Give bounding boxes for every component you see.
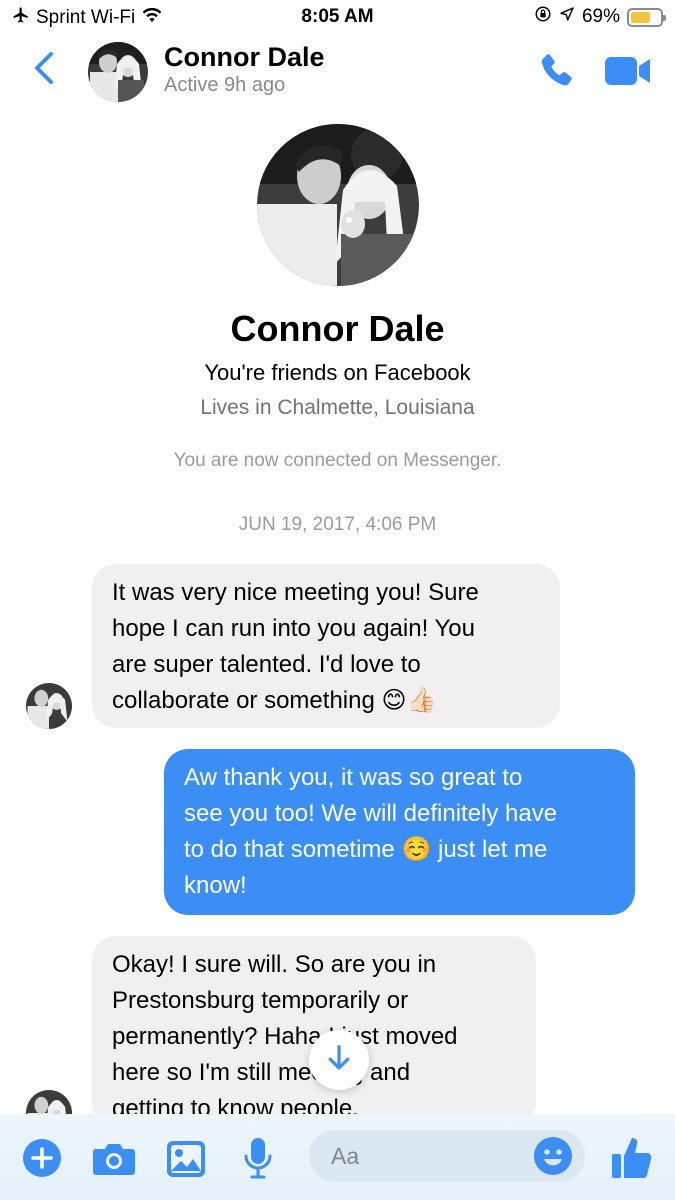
incoming-message[interactable]: It was very nice meeting you! Sure hope … bbox=[92, 564, 560, 728]
message-timestamp: JUN 19, 2017, 4:06 PM bbox=[238, 514, 437, 535]
active-status: Active 9h ago bbox=[164, 74, 286, 96]
battery-icon bbox=[627, 7, 666, 27]
profile-name: Connor Dale bbox=[230, 308, 445, 349]
profile-photo[interactable] bbox=[257, 124, 419, 286]
video-camera-icon[interactable] bbox=[603, 54, 653, 88]
orientation-lock-icon bbox=[534, 5, 552, 29]
image-icon[interactable] bbox=[165, 1139, 207, 1184]
back-chevron-icon[interactable] bbox=[30, 50, 60, 86]
battery-percent: 69% bbox=[581, 6, 620, 27]
location-note: Lives in Chalmette, Louisiana bbox=[200, 396, 475, 419]
location-icon bbox=[559, 6, 575, 28]
contact-name[interactable]: Connor Dale bbox=[164, 42, 325, 73]
connected-note: You are now connected on Messenger. bbox=[173, 450, 502, 471]
arrow-down-icon bbox=[324, 1043, 354, 1078]
emoji-icon[interactable] bbox=[533, 1136, 573, 1176]
sender-avatar[interactable] bbox=[26, 683, 72, 729]
phone-icon[interactable] bbox=[535, 50, 579, 94]
status-right: 69% bbox=[534, 5, 666, 29]
thumbs-up-icon[interactable] bbox=[610, 1134, 654, 1185]
outgoing-message[interactable]: Aw thank you, it was so great to see you… bbox=[164, 749, 635, 915]
microphone-icon[interactable] bbox=[242, 1136, 274, 1185]
composer-bar bbox=[0, 1114, 675, 1200]
chat-header: Connor Dale Active 9h ago bbox=[0, 36, 675, 106]
status-bar: Sprint Wi-Fi 8:05 AM 69% bbox=[0, 0, 675, 36]
camera-icon[interactable] bbox=[92, 1140, 136, 1183]
scroll-to-bottom-button[interactable] bbox=[309, 1030, 369, 1090]
incoming-message[interactable]: Okay! I sure will. So are you in Preston… bbox=[92, 936, 536, 1126]
friends-note: You're friends on Facebook bbox=[204, 360, 471, 385]
plus-icon[interactable] bbox=[22, 1138, 62, 1183]
battery-fill bbox=[631, 11, 651, 23]
message-input[interactable] bbox=[331, 1130, 521, 1182]
message-input-wrapper bbox=[309, 1130, 585, 1182]
header-avatar[interactable] bbox=[88, 42, 148, 102]
